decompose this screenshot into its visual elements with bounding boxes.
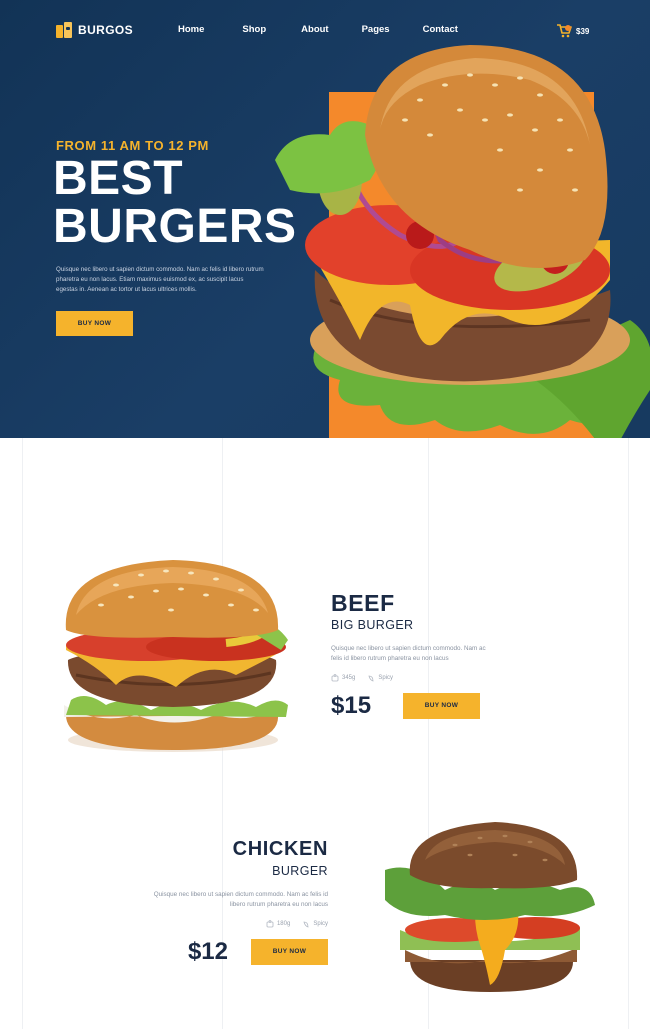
hero-description: Quisque nec libero ut sapien dictum comm… bbox=[56, 266, 264, 293]
product-weight-value: 345g bbox=[342, 675, 356, 681]
product-weight-value: 180g bbox=[276, 921, 291, 927]
product-price: $15 bbox=[331, 692, 372, 719]
weight-icon bbox=[266, 920, 274, 928]
hero-section: BURGOS Home Shop About Pages Contact $39… bbox=[0, 0, 650, 438]
product-title: CHICKEN bbox=[232, 838, 328, 860]
nav-item-pages[interactable]: Pages bbox=[362, 24, 390, 35]
product-description: Quisque nec libero ut sapien dictum comm… bbox=[153, 891, 328, 908]
call-us-label: CALL US: bbox=[347, 438, 389, 448]
call-us-block: CALL US: +123 4567 8905 bbox=[347, 438, 478, 475]
hero-subtitle: FROM 11 AM TO 12 PM bbox=[56, 138, 209, 153]
burger-box-icon bbox=[56, 22, 72, 38]
call-us-phone[interactable]: +123 4567 8905 bbox=[347, 454, 478, 475]
brand-name: BURGOS bbox=[78, 23, 134, 37]
product-spice: Spicy bbox=[302, 920, 328, 928]
nav-item-shop[interactable]: Shop bbox=[242, 24, 266, 35]
nav-item-home[interactable]: Home bbox=[178, 24, 204, 35]
product-title: BEEF bbox=[331, 590, 395, 616]
product-price: $12 bbox=[187, 938, 228, 965]
grid-line bbox=[22, 438, 23, 1029]
hero-title: BEST BURGERS bbox=[53, 155, 297, 251]
nav-item-about[interactable]: About bbox=[301, 24, 328, 35]
product-subtitle: BURGER bbox=[272, 864, 328, 878]
product-subtitle: BIG BURGER bbox=[331, 618, 414, 632]
product-spice: Spicy bbox=[367, 674, 393, 682]
cart-amount: $39 bbox=[576, 26, 590, 36]
nav-item-contact[interactable]: Contact bbox=[423, 24, 458, 35]
hero-buy-now-button[interactable]: BUY NOW bbox=[56, 311, 133, 336]
product-card-beef: BEEF BIG BURGER Quisque nec libero ut sa… bbox=[331, 590, 511, 720]
chili-icon bbox=[303, 921, 309, 928]
product-meta: 345g Spicy bbox=[331, 674, 511, 682]
cart-button[interactable]: $39 bbox=[556, 24, 589, 38]
hero-burger-image bbox=[275, 45, 650, 438]
hero-title-line-1: BEST bbox=[53, 152, 184, 205]
beef-buy-now-button[interactable]: BUY NOW bbox=[403, 693, 480, 719]
beef-burger-image bbox=[64, 560, 288, 752]
product-weight: 180g bbox=[266, 920, 290, 928]
product-description: Quisque nec libero ut sapien dictum comm… bbox=[331, 645, 486, 662]
product-spice-value: Spicy bbox=[313, 921, 328, 927]
chicken-burger-image bbox=[385, 822, 595, 992]
main-nav: Home Shop About Pages Contact bbox=[178, 24, 496, 35]
product-price-row: $12 BUY NOW bbox=[140, 938, 328, 966]
chicken-buy-now-button[interactable]: BUY NOW bbox=[251, 939, 328, 965]
product-card-chicken: CHICKEN BURGER Quisque nec libero ut sap… bbox=[140, 836, 328, 966]
product-weight: 345g bbox=[331, 674, 355, 682]
brand-logo[interactable]: BURGOS bbox=[56, 22, 133, 38]
hero-title-line-2: BURGERS bbox=[53, 200, 297, 253]
cart-icon bbox=[557, 24, 572, 38]
grid-line bbox=[628, 438, 629, 1029]
chili-icon bbox=[368, 675, 374, 682]
weight-icon bbox=[331, 674, 339, 682]
product-spice-value: Spicy bbox=[378, 675, 394, 681]
product-price-row: $15 BUY NOW bbox=[331, 692, 511, 720]
product-meta: 180g Spicy bbox=[140, 920, 328, 928]
